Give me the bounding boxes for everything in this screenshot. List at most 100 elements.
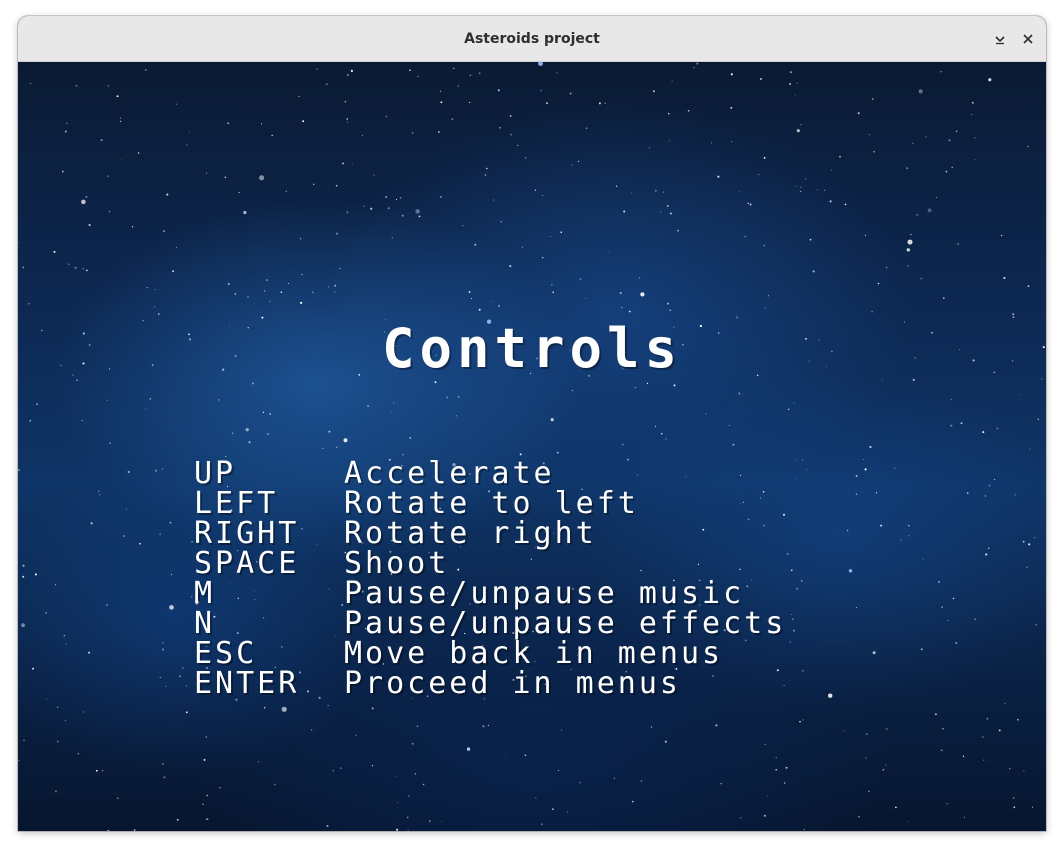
star bbox=[411, 742, 414, 745]
star bbox=[133, 829, 136, 831]
star bbox=[550, 418, 554, 422]
star bbox=[873, 151, 875, 153]
star bbox=[88, 223, 91, 227]
star bbox=[805, 178, 807, 180]
star bbox=[468, 290, 471, 293]
star bbox=[399, 197, 402, 199]
star bbox=[759, 77, 762, 81]
star bbox=[498, 305, 500, 307]
star bbox=[491, 300, 493, 302]
star bbox=[154, 306, 156, 308]
star bbox=[812, 270, 815, 273]
star bbox=[871, 98, 874, 100]
star bbox=[373, 174, 375, 176]
star bbox=[877, 282, 880, 285]
star bbox=[922, 558, 924, 560]
star bbox=[793, 402, 795, 404]
star bbox=[322, 447, 324, 450]
window-title: Asteroids project bbox=[464, 31, 600, 47]
star bbox=[796, 587, 799, 590]
star bbox=[310, 729, 313, 731]
star bbox=[790, 569, 793, 572]
star bbox=[795, 185, 797, 187]
star bbox=[56, 740, 59, 743]
star bbox=[577, 160, 580, 163]
star bbox=[108, 210, 111, 213]
star bbox=[243, 210, 247, 215]
star bbox=[370, 207, 373, 210]
star bbox=[263, 290, 266, 292]
star bbox=[165, 685, 167, 687]
star bbox=[800, 191, 802, 193]
star bbox=[1037, 418, 1040, 420]
star bbox=[640, 292, 645, 297]
star bbox=[248, 441, 251, 444]
star bbox=[437, 131, 440, 133]
star bbox=[653, 90, 655, 93]
star bbox=[487, 724, 490, 726]
star bbox=[802, 669, 804, 672]
star bbox=[82, 711, 84, 713]
control-row: RIGHT Rotate right bbox=[194, 519, 786, 549]
star bbox=[342, 162, 344, 165]
star bbox=[64, 720, 67, 722]
star bbox=[166, 193, 169, 196]
star bbox=[964, 816, 966, 818]
star bbox=[947, 619, 949, 621]
star bbox=[556, 72, 558, 74]
star bbox=[720, 783, 722, 785]
star bbox=[470, 298, 472, 299]
controls-list: UP Accelerate LEFT Rotate to left RIGHT Rot… bbox=[194, 459, 786, 699]
control-row: ENTER Proceed in menus bbox=[194, 669, 786, 699]
star bbox=[988, 78, 992, 82]
star bbox=[346, 118, 349, 120]
star bbox=[858, 815, 860, 818]
star bbox=[497, 89, 500, 92]
star bbox=[571, 389, 574, 392]
star bbox=[669, 212, 672, 215]
star bbox=[730, 106, 733, 109]
star bbox=[482, 725, 485, 728]
star bbox=[803, 829, 805, 831]
star bbox=[85, 196, 88, 198]
star bbox=[839, 155, 841, 158]
minimize-button[interactable] bbox=[989, 28, 1011, 50]
star bbox=[1028, 543, 1031, 546]
star bbox=[95, 769, 98, 772]
star bbox=[792, 629, 795, 632]
star bbox=[986, 717, 989, 720]
star bbox=[654, 425, 657, 427]
star bbox=[29, 82, 32, 85]
star bbox=[785, 766, 788, 769]
star bbox=[181, 666, 184, 669]
star bbox=[325, 83, 328, 86]
close-button[interactable] bbox=[1017, 28, 1039, 50]
star bbox=[646, 382, 649, 385]
star bbox=[1014, 494, 1016, 496]
star bbox=[767, 295, 769, 297]
star bbox=[56, 706, 59, 709]
star bbox=[984, 495, 987, 497]
star bbox=[875, 492, 878, 494]
control-action: Move back in menus bbox=[344, 636, 724, 671]
star bbox=[872, 651, 876, 655]
star bbox=[34, 573, 37, 576]
star bbox=[542, 194, 543, 196]
control-key: RIGHT bbox=[194, 516, 300, 551]
game-canvas[interactable]: Controls UP Accelerate LEFT Rotate to left… bbox=[18, 62, 1046, 831]
star bbox=[351, 163, 353, 165]
star bbox=[154, 469, 158, 472]
star bbox=[157, 313, 160, 315]
star bbox=[783, 782, 786, 784]
star bbox=[154, 500, 156, 502]
star bbox=[1033, 536, 1036, 539]
star bbox=[950, 398, 952, 401]
star bbox=[176, 103, 178, 105]
star bbox=[162, 642, 164, 644]
star bbox=[775, 757, 777, 759]
star bbox=[163, 230, 166, 233]
star bbox=[169, 521, 172, 524]
title-bar[interactable]: Asteroids project bbox=[18, 16, 1046, 62]
star bbox=[868, 790, 870, 793]
star bbox=[1031, 806, 1034, 808]
